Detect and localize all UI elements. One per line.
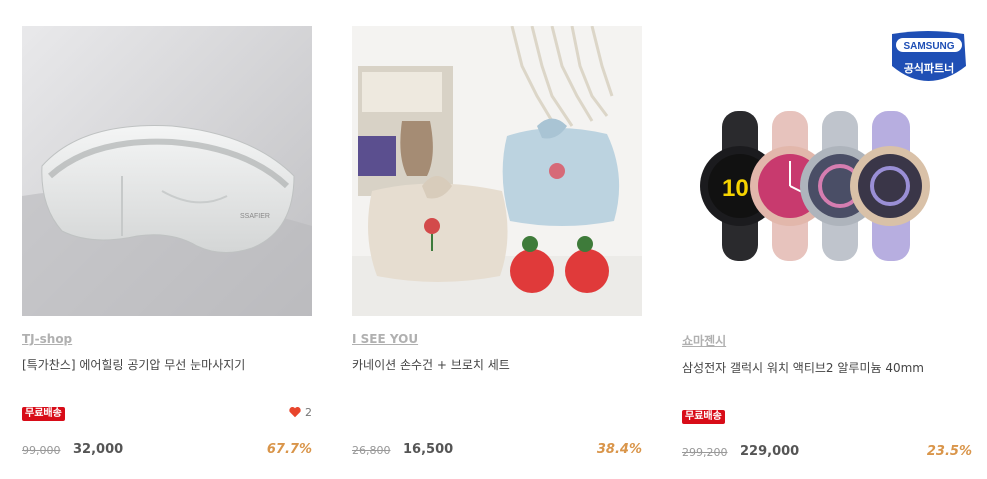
product-card[interactable]: SAMSUNG 공식파트너 10 쇼마젠시 삼성전자 갤럭시 워치 액티브2 알…: [682, 26, 972, 466]
shop-link[interactable]: I SEE YOU: [352, 332, 418, 346]
product-image[interactable]: SSAFIER: [22, 26, 312, 316]
product-title[interactable]: [특가찬스] 에어힐링 공기압 무선 눈마사지기: [22, 356, 312, 373]
shop-link[interactable]: 쇼마젠시: [682, 332, 726, 349]
like-count: 2: [305, 405, 312, 419]
original-price: 99,000: [22, 444, 61, 457]
samsung-partner-badge: SAMSUNG 공식파트너: [892, 31, 966, 81]
watch-face-number: 10: [722, 175, 749, 202]
price-row: 99,000 32,000 67.7%: [22, 442, 312, 460]
eye-massager-image: SSAFIER: [22, 26, 312, 316]
heart-icon: [289, 407, 301, 418]
like-button[interactable]: 2: [288, 405, 312, 419]
product-card[interactable]: I SEE YOU 카네이션 손수건 + 브로치 세트 26,800 16,50…: [352, 26, 642, 466]
sale-price: 229,000: [740, 444, 800, 459]
sale-price: 32,000: [73, 442, 124, 457]
partner-brand: SAMSUNG: [903, 41, 954, 52]
price-row: 299,200 229,000 23.5%: [682, 444, 972, 462]
original-price: 299,200: [682, 446, 728, 459]
original-price: 26,800: [352, 444, 391, 457]
carnation-handkerchief-image: [352, 26, 642, 316]
product-image[interactable]: [352, 26, 642, 316]
shop-link[interactable]: TJ-shop: [22, 332, 72, 346]
svg-text:SSAFIER: SSAFIER: [240, 213, 270, 220]
product-title[interactable]: 삼성전자 갤럭시 워치 액티브2 알루미늄 40mm: [682, 359, 972, 376]
free-shipping-badge: 무료배송: [682, 410, 725, 424]
sale-price: 16,500: [403, 442, 454, 457]
discount-rate: 67.7%: [266, 442, 312, 457]
price-row: 26,800 16,500 38.4%: [352, 442, 642, 460]
partner-label: 공식파트너: [904, 61, 955, 75]
discount-rate: 23.5%: [926, 444, 972, 459]
discount-rate: 38.4%: [596, 442, 642, 457]
product-card[interactable]: SSAFIER TJ-shop [특가찬스] 에어힐링 공기압 무선 눈마사지기…: [22, 26, 312, 466]
product-title[interactable]: 카네이션 손수건 + 브로치 세트: [352, 356, 642, 373]
free-shipping-badge: 무료배송: [22, 407, 65, 421]
galaxy-watch-image: SAMSUNG 공식파트너 10: [682, 26, 972, 316]
product-image[interactable]: SAMSUNG 공식파트너 10: [682, 26, 972, 316]
